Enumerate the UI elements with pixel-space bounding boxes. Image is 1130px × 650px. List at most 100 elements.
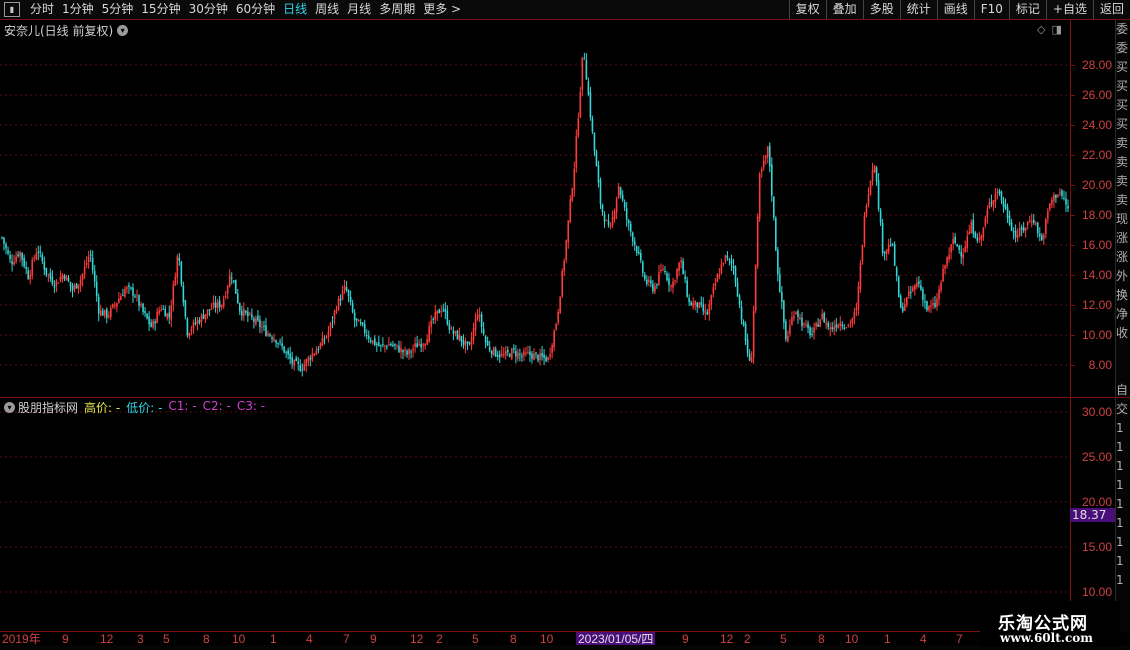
toolbar-action-button[interactable]: F10 bbox=[973, 0, 1009, 19]
toolbar-action-button[interactable]: 多股 bbox=[862, 0, 900, 19]
candle-body bbox=[494, 348, 497, 357]
candle-body bbox=[158, 310, 160, 314]
candle-body bbox=[799, 317, 801, 319]
candle-body bbox=[529, 351, 531, 356]
candle-body bbox=[458, 334, 461, 341]
price-axis-label: 16.00 bbox=[1081, 238, 1112, 252]
candle-body bbox=[496, 354, 499, 357]
candle-body bbox=[442, 309, 445, 311]
candle-body bbox=[829, 327, 832, 329]
date-axis-label: 8 bbox=[203, 632, 210, 646]
toolbar-action-button[interactable]: 画线 bbox=[936, 0, 974, 19]
candle-body bbox=[609, 225, 612, 228]
legend-item: C3: - bbox=[236, 399, 266, 413]
candle-body bbox=[607, 220, 610, 225]
candle-body bbox=[879, 210, 882, 223]
period-tab[interactable]: 15分钟 bbox=[137, 0, 184, 19]
date-axis-label: 9 bbox=[682, 632, 689, 646]
candle-body bbox=[182, 285, 185, 303]
period-tab[interactable]: 60分钟 bbox=[232, 0, 279, 19]
candle-body bbox=[386, 346, 388, 348]
candle-body bbox=[156, 311, 158, 323]
quote-panel-char: 买 bbox=[1116, 60, 1129, 74]
candle-body bbox=[148, 316, 150, 325]
candle-body bbox=[128, 285, 130, 287]
candle-body bbox=[803, 323, 805, 325]
candle-body bbox=[791, 317, 793, 325]
period-tab[interactable]: 更多 > bbox=[419, 0, 465, 19]
period-tab[interactable]: 月线 bbox=[343, 0, 375, 19]
candle-body bbox=[748, 353, 751, 361]
chevron-down-icon[interactable]: ▾ bbox=[4, 402, 15, 413]
toolbar-action-button[interactable]: +自选 bbox=[1045, 0, 1093, 19]
toolbar-action-button[interactable]: 复权 bbox=[788, 0, 826, 19]
candle-body bbox=[561, 270, 564, 297]
period-tab[interactable]: 1分钟 bbox=[58, 0, 98, 19]
indicator-title: ▾ 股朋指标网 高价: - 低价: - C1: - C2: - C3: - bbox=[4, 399, 265, 416]
candle-body bbox=[646, 279, 648, 284]
sidebar-toggle-icon[interactable]: ▮ bbox=[4, 2, 20, 17]
candle-body bbox=[243, 308, 245, 317]
candle-body bbox=[37, 252, 40, 254]
quote-panel-char: 委 bbox=[1116, 41, 1129, 55]
candle-body bbox=[349, 296, 352, 303]
candle-body bbox=[486, 341, 489, 346]
candle-body bbox=[918, 281, 920, 284]
candle-body bbox=[418, 344, 420, 346]
period-tab[interactable]: 5分钟 bbox=[98, 0, 138, 19]
candle-body bbox=[482, 328, 485, 335]
candle-body bbox=[1057, 194, 1059, 197]
date-axis-label: 7 bbox=[956, 632, 963, 646]
quote-panel-char: 买 bbox=[1116, 98, 1129, 112]
quote-panel-char: 1 bbox=[1116, 535, 1124, 549]
candle-body bbox=[452, 330, 455, 335]
candle-body bbox=[480, 314, 483, 327]
pane-divider[interactable] bbox=[0, 397, 1130, 398]
candle-body bbox=[478, 314, 481, 317]
candle-body bbox=[97, 296, 100, 314]
candle-body bbox=[335, 310, 338, 312]
candle-body bbox=[692, 302, 694, 307]
candle-body bbox=[855, 308, 858, 311]
candle-body bbox=[901, 306, 904, 312]
candle-body bbox=[502, 354, 505, 356]
candle-body bbox=[404, 349, 406, 351]
period-tab[interactable]: 分时 bbox=[26, 0, 58, 19]
candle-body bbox=[579, 91, 582, 118]
candle-body bbox=[954, 237, 956, 244]
candle-body bbox=[412, 348, 414, 351]
candle-body bbox=[1, 237, 3, 239]
candle-body bbox=[676, 269, 678, 279]
candle-body bbox=[639, 252, 642, 261]
candle-body bbox=[821, 314, 823, 319]
period-tab[interactable]: 30分钟 bbox=[185, 0, 232, 19]
price-axis-label: 10.00 bbox=[1081, 328, 1112, 342]
candle-body bbox=[851, 318, 854, 324]
candle-body bbox=[553, 330, 555, 347]
date-axis-label: 2 bbox=[436, 632, 443, 646]
candle-body bbox=[922, 288, 924, 301]
candle-body bbox=[992, 200, 995, 206]
candle-body bbox=[1038, 233, 1041, 236]
candle-body bbox=[17, 254, 19, 257]
candle-body bbox=[462, 340, 465, 345]
candle-body bbox=[760, 168, 763, 172]
toolbar-action-button[interactable]: 叠加 bbox=[825, 0, 863, 19]
quote-panel-char: 1 bbox=[1116, 421, 1124, 435]
toolbar-action-button[interactable]: 标记 bbox=[1008, 0, 1046, 19]
candle-body bbox=[343, 285, 346, 291]
candle-body bbox=[265, 325, 267, 336]
candle-body bbox=[1022, 227, 1025, 231]
candle-body bbox=[849, 323, 852, 325]
period-tab[interactable]: 多周期 bbox=[375, 0, 419, 19]
candle-body bbox=[287, 350, 289, 355]
candle-body bbox=[506, 349, 509, 353]
candle-body bbox=[714, 283, 717, 287]
candle-body bbox=[563, 260, 566, 272]
period-tab[interactable]: 周线 bbox=[311, 0, 343, 19]
toolbar-action-button[interactable]: 返回 bbox=[1092, 0, 1130, 19]
price-axis-tick bbox=[1071, 275, 1075, 276]
toolbar-action-button[interactable]: 统计 bbox=[899, 0, 937, 19]
candlestick-chart[interactable] bbox=[0, 20, 1070, 632]
period-tab[interactable]: 日线 bbox=[279, 0, 311, 19]
